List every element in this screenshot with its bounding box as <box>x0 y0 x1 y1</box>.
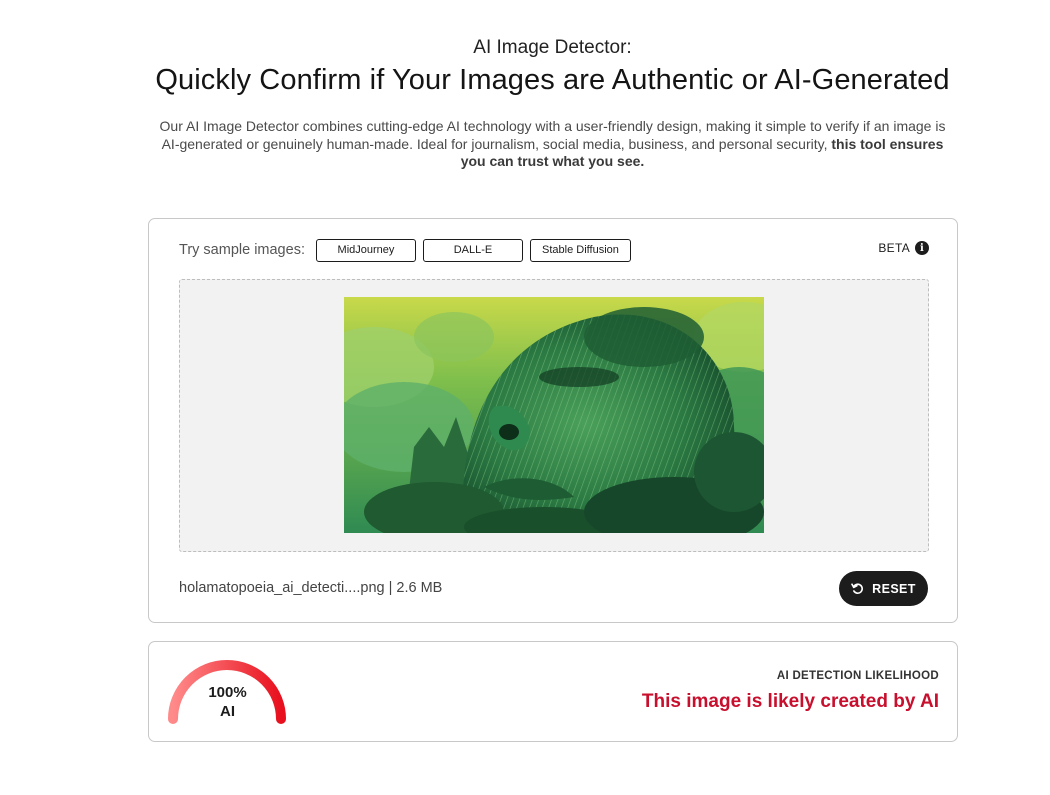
uploaded-image-preview <box>344 297 764 533</box>
verdict-text: This image is likely created by AI <box>641 691 939 712</box>
likelihood-label: AI DETECTION LIKELIHOOD <box>776 670 939 682</box>
upload-card: Try sample images: MidJourney DALL-E Sta… <box>148 218 958 623</box>
info-icon[interactable]: i <box>915 241 929 255</box>
sample-stable-diffusion-button[interactable]: Stable Diffusion <box>529 238 631 262</box>
reset-label: RESET <box>872 581 916 596</box>
page-description: Our AI Image Detector combines cutting-e… <box>150 118 955 171</box>
sample-midjourney-button[interactable]: MidJourney <box>315 238 416 262</box>
image-dropzone[interactable] <box>179 279 929 552</box>
description-text: Our AI Image Detector combines cutting-e… <box>159 118 946 152</box>
sample-images-row: Try sample images: MidJourney DALL-E Sta… <box>179 238 638 262</box>
sample-images-label: Try sample images: <box>179 242 305 258</box>
gauge-class: AI <box>220 703 235 720</box>
gauge-percent: 100% <box>208 684 247 701</box>
result-card: 100% AI AI DETECTION LIKELIHOOD This ima… <box>148 641 958 742</box>
page-eyebrow: AI Image Detector: <box>473 37 632 58</box>
beta-label: BETA <box>878 241 910 255</box>
beta-badge: BETA i <box>878 241 929 255</box>
page-title: Quickly Confirm if Your Images are Authe… <box>155 64 950 96</box>
forest-face-illustration <box>344 297 764 533</box>
gauge-readout: 100% AI <box>165 683 290 721</box>
rotate-ccw-icon <box>851 583 864 594</box>
file-info: holamatopoeia_ai_detecti....png | 2.6 MB <box>179 580 443 596</box>
reset-button[interactable]: RESET <box>839 571 928 606</box>
sample-dalle-button[interactable]: DALL-E <box>422 238 523 262</box>
